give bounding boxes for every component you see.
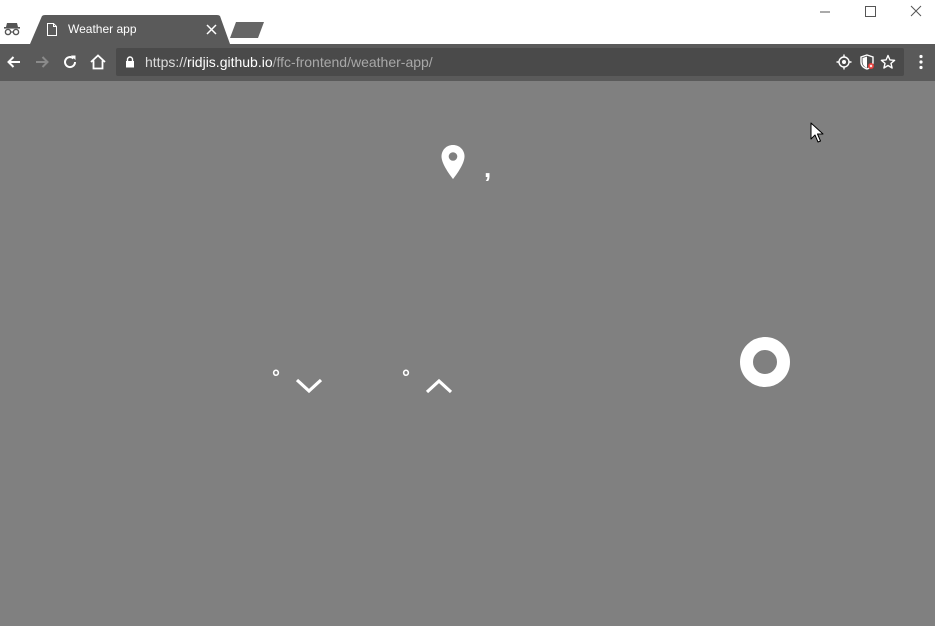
forward-icon[interactable] [33,53,51,71]
low-temperature: ° [272,368,332,398]
tab-weather-app[interactable]: Weather app [30,15,230,44]
url-path: /ffc-frontend/weather-app/ [272,54,433,70]
reload-icon[interactable] [61,53,79,71]
menu-icon[interactable] [914,54,928,70]
shield-icon[interactable] [859,54,875,70]
url-host: ridjis.github.io [187,54,273,70]
maximize-icon[interactable] [862,4,878,20]
browser-toolbar: https://ridjis.github.io/ffc-frontend/we… [0,44,935,81]
chevron-up-icon [425,378,453,394]
weather-page: , ° ° [0,81,935,626]
incognito-icon [4,23,20,36]
url-text[interactable]: https://ridjis.github.io/ffc-frontend/we… [145,54,433,70]
home-icon[interactable] [89,53,107,71]
lock-icon [126,56,134,68]
page-icon [47,23,57,36]
close-window-icon[interactable] [908,4,924,20]
mouse-cursor-icon [810,122,824,143]
tab-title: Weather app [68,22,137,36]
back-icon[interactable] [5,53,23,71]
star-icon[interactable] [880,54,896,70]
title-bar: Weather app [0,0,935,44]
location-pin-icon [441,145,465,179]
close-icon[interactable] [206,24,217,35]
high-degree-symbol: ° [402,367,410,389]
minimize-icon[interactable] [817,4,833,20]
address-bar[interactable]: https://ridjis.github.io/ffc-frontend/we… [116,48,904,76]
url-scheme: https:// [145,54,188,70]
new-tab-button[interactable] [230,22,266,38]
high-temperature: ° [402,368,462,398]
browser-window: Weather app https://ridjis.github.io/ffc… [0,0,935,626]
location-text: , [484,153,492,183]
location-target-icon[interactable] [836,54,852,70]
chevron-down-icon [295,378,323,394]
low-degree-symbol: ° [272,367,280,389]
loading-ring-icon [740,337,790,387]
